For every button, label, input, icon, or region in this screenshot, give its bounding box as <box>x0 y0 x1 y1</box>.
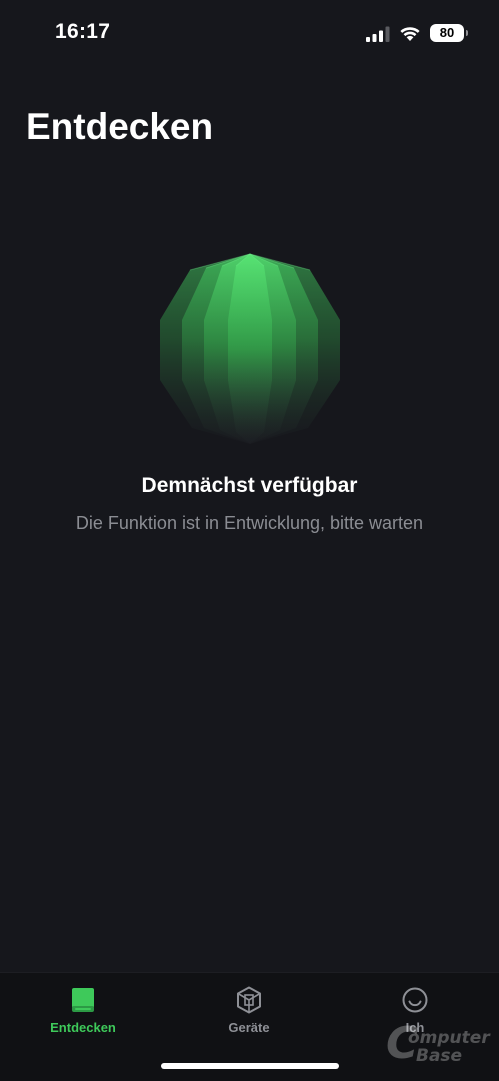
empty-state-title: Demnächst verfügbar <box>141 474 358 497</box>
green-polyhedron-icon <box>160 253 340 444</box>
tab-label: Ich <box>405 1020 425 1035</box>
tab-label: Geräte <box>228 1020 270 1035</box>
profile-circle-icon <box>402 987 428 1013</box>
cube-icon <box>237 986 261 1014</box>
tab-ich[interactable]: Ich <box>332 973 498 1043</box>
tab-entdecken[interactable]: Entdecken <box>0 973 166 1043</box>
cellular-signal-icon <box>366 26 390 42</box>
empty-state-subtitle: Die Funktion ist in Entwicklung, bitte w… <box>75 513 424 533</box>
battery-nub <box>466 30 468 36</box>
book-icon <box>72 988 94 1012</box>
status-time: 16:17 <box>55 20 111 43</box>
battery-indicator: 80 <box>430 24 464 42</box>
tab-geraete[interactable]: Geräte <box>166 973 332 1043</box>
status-bar: 16:17 80 <box>0 0 499 66</box>
tab-label: Entdecken <box>50 1020 116 1035</box>
page-title: Entdecken <box>26 106 214 147</box>
wifi-icon <box>400 27 420 41</box>
home-indicator[interactable] <box>161 1063 339 1069</box>
